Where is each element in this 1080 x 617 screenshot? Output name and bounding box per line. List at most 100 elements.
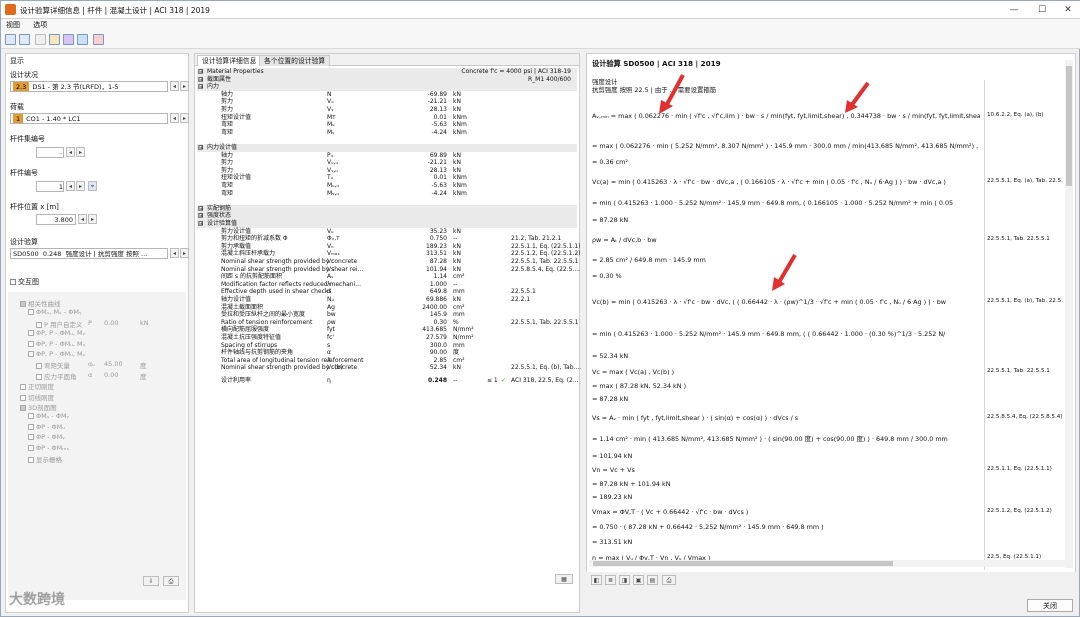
load-select[interactable]: 1 CO1 - 1.40 * LC1	[10, 113, 168, 124]
interaction-checkbox[interactable]	[10, 279, 16, 285]
expand-icon[interactable]: ⊞	[198, 221, 203, 227]
tree-checkbox[interactable]	[28, 309, 34, 316]
tree-param-value[interactable]: 0.00	[104, 371, 118, 379]
hscroll-thumb[interactable]	[593, 561, 893, 566]
tree-checkbox[interactable]	[28, 330, 34, 337]
interaction-diagram-toggle[interactable]: 交互图	[10, 277, 39, 287]
tree-checkbox[interactable]	[36, 363, 42, 370]
expand-icon[interactable]: ⊞	[198, 145, 203, 151]
tree-checkbox[interactable]	[20, 405, 26, 411]
tree-item[interactable]: ΦP, P - ΦMᵤ, Mᵧ	[28, 329, 85, 337]
pick-member-icon[interactable]: ⌖	[88, 181, 97, 191]
tree-checkbox[interactable]	[36, 321, 42, 328]
tab-check-details[interactable]: 设计验算详细信息	[197, 55, 262, 66]
tree-item[interactable]: ΦP, P - ΦMᵤ, Mᵤ	[28, 340, 85, 348]
menu-view[interactable]: 视图	[6, 19, 20, 31]
tree-item[interactable]: 应力平面角 α 0.00 度	[36, 371, 147, 381]
next-location-button[interactable]: ▸	[88, 214, 97, 224]
prev-location-button[interactable]: ◂	[78, 214, 87, 224]
toolbar-filter-icon[interactable]	[5, 34, 16, 45]
tree-item[interactable]: ΦP - ΦMᵣₑₛ	[28, 444, 69, 452]
next-situation-button[interactable]: ▸	[180, 81, 189, 91]
horizontal-scrollbar[interactable]	[589, 560, 1065, 567]
table-group-header[interactable]: ⊞ 实配钢筋	[197, 204, 577, 213]
tab-check-by-location[interactable]: 各个位置的设计验算	[259, 55, 331, 66]
next-member-button[interactable]: ▸	[76, 181, 85, 191]
tree-item[interactable]: 正切刚度	[20, 381, 54, 391]
prev-check-button[interactable]: ◂	[170, 248, 179, 258]
maximize-button[interactable]: ☐	[1029, 3, 1055, 17]
member-set-select[interactable]: --	[36, 147, 64, 158]
tree-checkbox[interactable]	[20, 394, 26, 401]
expand-icon[interactable]: ⊞	[198, 205, 203, 211]
tree-checkbox[interactable]	[28, 444, 34, 451]
expand-icon[interactable]: ⊞	[198, 76, 203, 82]
tree-checkbox[interactable]	[20, 384, 26, 391]
tool-icon-2[interactable]: ≣	[605, 575, 616, 585]
tree-item[interactable]: 相关性曲线	[20, 298, 61, 308]
tree-checkbox[interactable]	[20, 301, 26, 307]
interaction-label: 交互图	[18, 278, 39, 286]
export-icon[interactable]: ⇩	[143, 576, 159, 586]
close-window-button[interactable]: ✕	[1055, 3, 1080, 17]
tree-checkbox[interactable]	[36, 373, 42, 380]
prev-member-button[interactable]: ◂	[66, 181, 75, 191]
toolbar-color-icon[interactable]	[63, 34, 74, 45]
row-symbol: Vᵧ	[327, 106, 334, 113]
tree-item[interactable]: 切线刚度	[20, 392, 54, 402]
print-calc-icon[interactable]: ⎙	[662, 575, 676, 585]
tree-checkbox[interactable]	[28, 457, 34, 463]
table-group-header[interactable]: ⊞ 内力设计值	[197, 144, 577, 152]
tree-item[interactable]: ΦP - ΦMᵤ	[28, 423, 65, 431]
vertical-scrollbar[interactable]	[1065, 60, 1073, 568]
next-set-button[interactable]: ▸	[76, 147, 85, 157]
next-check-button[interactable]: ▸	[180, 248, 189, 258]
close-button[interactable]: 关闭	[1027, 599, 1073, 612]
tree-param-value[interactable]: 45.00	[104, 360, 123, 368]
table-group-header[interactable]: ⊞ 截面属性 R_M1 400/600	[197, 75, 577, 84]
tree-checkbox[interactable]	[28, 413, 34, 420]
table-group-header[interactable]: ⊞ Material Properties Concrete f'c = 4000 …	[197, 68, 577, 76]
menu-options[interactable]: 选项	[33, 19, 47, 31]
design-situation-select[interactable]: 2.3 DS1 - 第 2.3 节(LRFD)，1-5	[10, 81, 168, 92]
tool-icon-5[interactable]: ▤	[647, 575, 658, 585]
tree-item[interactable]: 3D剖面图	[20, 402, 57, 412]
tree-param-value[interactable]: 0.00	[104, 319, 118, 327]
table-group-header[interactable]: ⊞ 强度状态	[197, 212, 577, 220]
minimize-button[interactable]: —	[1001, 3, 1027, 17]
toolbar-link-icon[interactable]	[93, 34, 104, 45]
check-select[interactable]: SD0500 0.248 强度设计 | 抗剪强度 按照 ...	[10, 248, 168, 259]
tree-item[interactable]: 弯矩矢量 αᵤ 45.00 度	[36, 360, 147, 370]
tree-item[interactable]: 显示栅格	[28, 454, 62, 464]
expand-icon[interactable]: ⊞	[198, 84, 203, 90]
tree-item[interactable]: ΦMᵤ, Mᵥ - ΦMᵧ	[28, 308, 81, 316]
tree-checkbox[interactable]	[28, 351, 34, 357]
toolbar-select-icon[interactable]	[49, 34, 60, 45]
table-group-header[interactable]: ⊞ 内力	[197, 83, 577, 91]
tree-item[interactable]: ΦP, P - ΦMᵤ, Mᵧ	[28, 350, 85, 358]
tree-item[interactable]: ΦMᵤ - ΦMᵧ	[28, 412, 69, 420]
expand-icon[interactable]: ⊞	[198, 213, 203, 219]
tree-checkbox[interactable]	[28, 423, 34, 430]
member-select[interactable]: 1	[36, 181, 64, 192]
report-icon[interactable]: ▦	[555, 574, 573, 584]
toolbar-filter2-icon[interactable]	[19, 34, 30, 45]
toolbar-view-icon[interactable]	[77, 34, 88, 45]
tree-item[interactable]: ΦP - ΦMᵧ	[28, 433, 65, 441]
tree-item[interactable]: P 用户自定义 P 0.00 kN	[36, 319, 149, 329]
next-load-button[interactable]: ▸	[180, 113, 189, 123]
prev-load-button[interactable]: ◂	[170, 113, 179, 123]
tool-icon-4[interactable]: ▣	[633, 575, 644, 585]
scroll-thumb[interactable]	[1066, 66, 1072, 186]
location-input[interactable]: 3.800	[36, 214, 76, 225]
tree-checkbox[interactable]	[28, 340, 34, 347]
tool-icon-3[interactable]: ◨	[619, 575, 630, 585]
tool-icon-1[interactable]: ◧	[591, 575, 602, 585]
tree-checkbox[interactable]	[28, 434, 34, 441]
toolbar-member-icon[interactable]	[35, 34, 46, 45]
prev-situation-button[interactable]: ◂	[170, 81, 179, 91]
print-icon[interactable]: ⎙	[163, 576, 179, 586]
table-group-header[interactable]: ⊞ 设计验算值	[197, 220, 577, 228]
expand-icon[interactable]: ⊞	[198, 69, 203, 75]
prev-set-button[interactable]: ◂	[66, 147, 75, 157]
